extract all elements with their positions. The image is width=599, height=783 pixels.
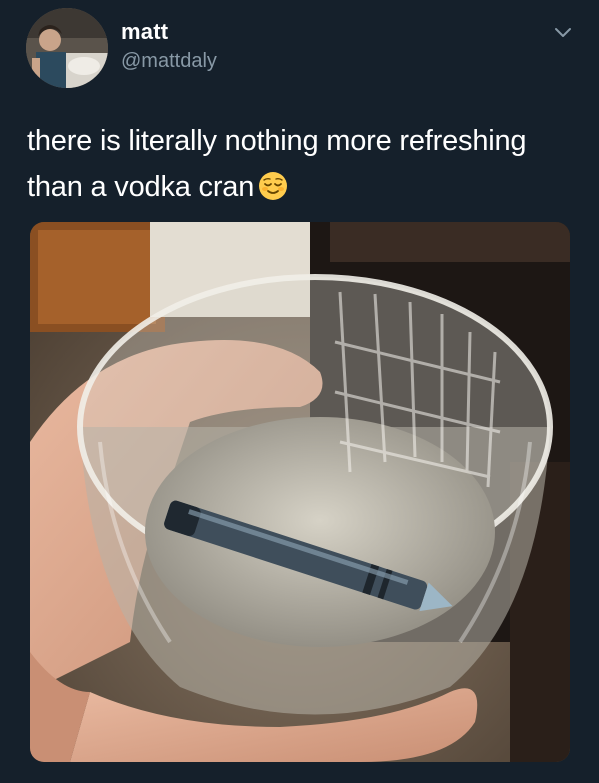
photo-glass-with-crayon xyxy=(30,222,570,762)
tweet-photo[interactable] xyxy=(30,222,570,762)
avatar-photo xyxy=(26,8,108,88)
relieved-face-emoji-icon xyxy=(259,172,288,200)
avatar[interactable] xyxy=(26,8,108,88)
tweet-text-line-2: than a vodka cran xyxy=(27,164,572,210)
tweet-card: matt @mattdaly there is literally nothin… xyxy=(0,0,599,783)
author-handle[interactable]: @mattdaly xyxy=(121,50,217,73)
tweet-text-line-1: there is literally nothing more refreshi… xyxy=(27,125,527,157)
tweet-text: there is literally nothing more refreshi… xyxy=(27,118,572,210)
author-display-name[interactable]: matt xyxy=(121,19,168,45)
tweet-header: matt @mattdaly xyxy=(26,8,581,90)
tweet-text-line-2-content: than a vodka cran xyxy=(27,171,255,203)
chevron-down-icon[interactable] xyxy=(553,22,573,42)
